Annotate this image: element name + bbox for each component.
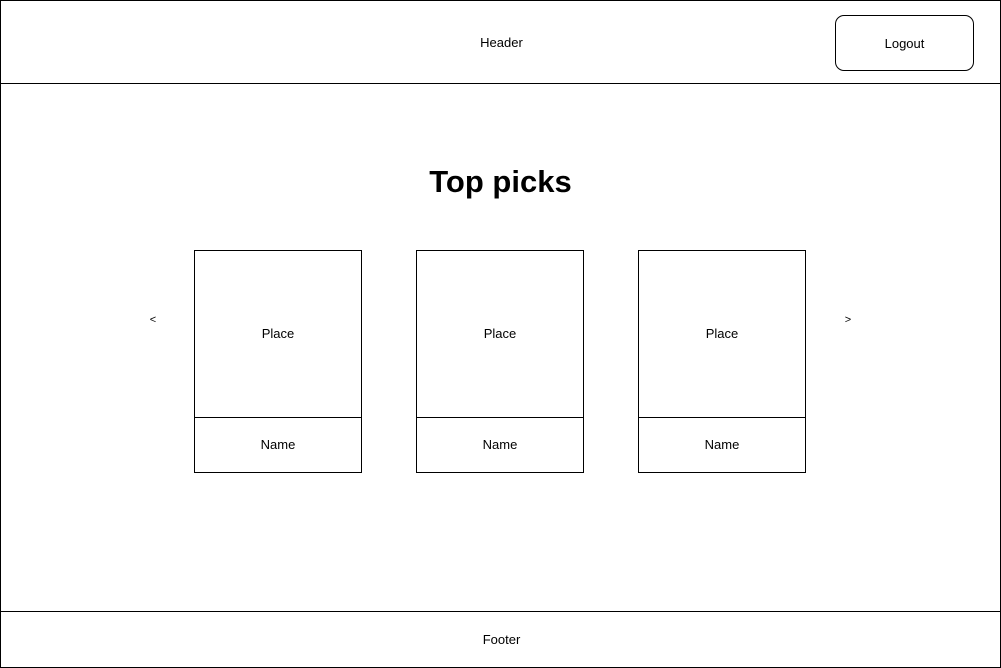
footer-text: Footer: [482, 632, 521, 647]
logout-button[interactable]: Logout: [835, 15, 974, 71]
carousel-prev-button[interactable]: <: [141, 308, 165, 332]
carousel-next-button[interactable]: >: [836, 308, 860, 332]
card-name-label: Name: [260, 437, 296, 452]
place-card[interactable]: Place Name: [194, 250, 362, 473]
header: Header Logout: [0, 0, 1001, 84]
page-title: Top picks: [429, 164, 572, 199]
place-card[interactable]: Place Name: [416, 250, 584, 473]
card-name-label: Name: [482, 437, 518, 452]
card-place-image: Place: [639, 251, 805, 418]
card-place-image: Place: [417, 251, 583, 418]
footer: Footer: [0, 611, 1001, 668]
card-place-image: Place: [195, 251, 361, 418]
place-card[interactable]: Place Name: [638, 250, 806, 473]
card-name-label: Name: [704, 437, 740, 452]
